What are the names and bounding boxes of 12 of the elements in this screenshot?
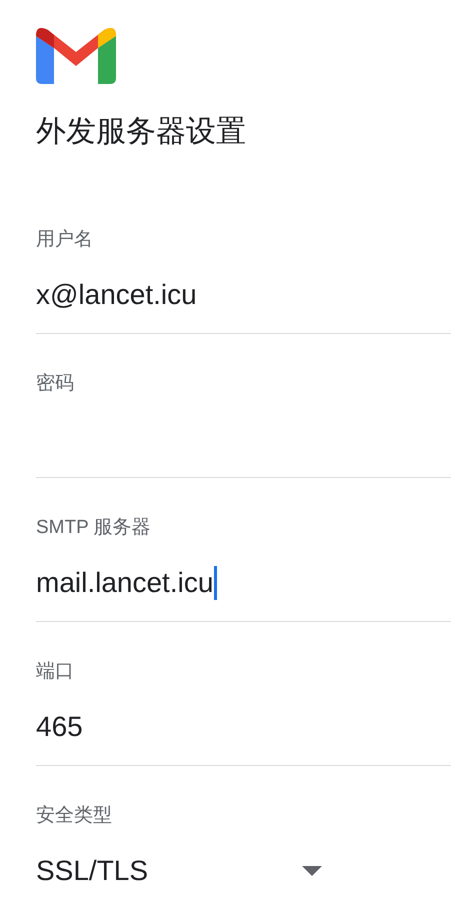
- input-field[interactable]: mail.lancet.icu: [36, 563, 431, 603]
- mail-logo-icon: [36, 26, 116, 84]
- dropdown[interactable]: SSL/TLS: [36, 851, 330, 891]
- field-label: 用户名: [36, 228, 93, 252]
- field-label: 密码: [36, 372, 74, 396]
- input-field[interactable]: 465: [36, 707, 431, 747]
- input-field[interactable]: x@lancet.icu: [36, 275, 431, 315]
- field-label: 安全类型: [36, 804, 112, 828]
- caret-icon: [302, 866, 322, 876]
- field-label: 端口: [36, 660, 74, 684]
- page-title: 外发服务器设置: [36, 114, 247, 150]
- field-label: SMTP 服务器: [36, 516, 151, 540]
